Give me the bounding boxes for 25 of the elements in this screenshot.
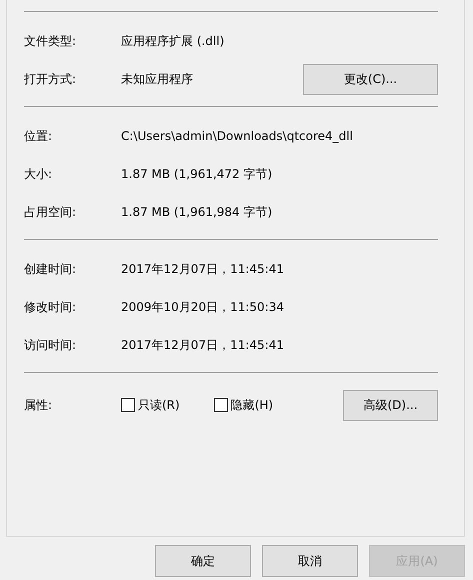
checkbox-label: 只读(R) (138, 396, 180, 414)
field-label: 访问时间: (24, 336, 78, 354)
checkbox-label: 隐藏(H) (230, 396, 274, 414)
field-value: 未知应用程序 (121, 70, 194, 88)
field-label: 文件类型: (24, 32, 78, 50)
field-value: 1.87 MB (1,961,472 字节) (121, 166, 274, 182)
field-label: 打开方式: (24, 70, 78, 88)
attributes-label: 属性: (24, 396, 54, 414)
field-value: 2009年10月20日，11:50:34 (121, 298, 285, 316)
field-value: 2017年12月07日，11:45:41 (121, 260, 285, 278)
checkbox[interactable] (121, 398, 135, 412)
advanced-button[interactable]: 高级(D)... (343, 390, 438, 420)
field-value: 2017年12月07日，11:45:41 (121, 336, 285, 354)
change-button[interactable]: 更改(C)... (303, 64, 438, 94)
field-label: 创建时间: (24, 260, 78, 278)
field-label: 占用空间: (24, 204, 78, 220)
field-label: 大小: (24, 166, 54, 182)
dialog-button[interactable]: 确定 (155, 545, 251, 577)
field-label: 修改时间: (24, 298, 78, 316)
checkbox[interactable] (214, 398, 228, 412)
dialog-button[interactable]: 取消 (262, 545, 358, 577)
field-label: 位置: (24, 128, 54, 144)
field-value: 应用程序扩展 (.dll) (121, 32, 226, 50)
field-value: 1.87 MB (1,961,984 字节) (121, 204, 274, 220)
field-value: C:\Users\admin\Downloads\qtcore4_dll (121, 129, 354, 143)
